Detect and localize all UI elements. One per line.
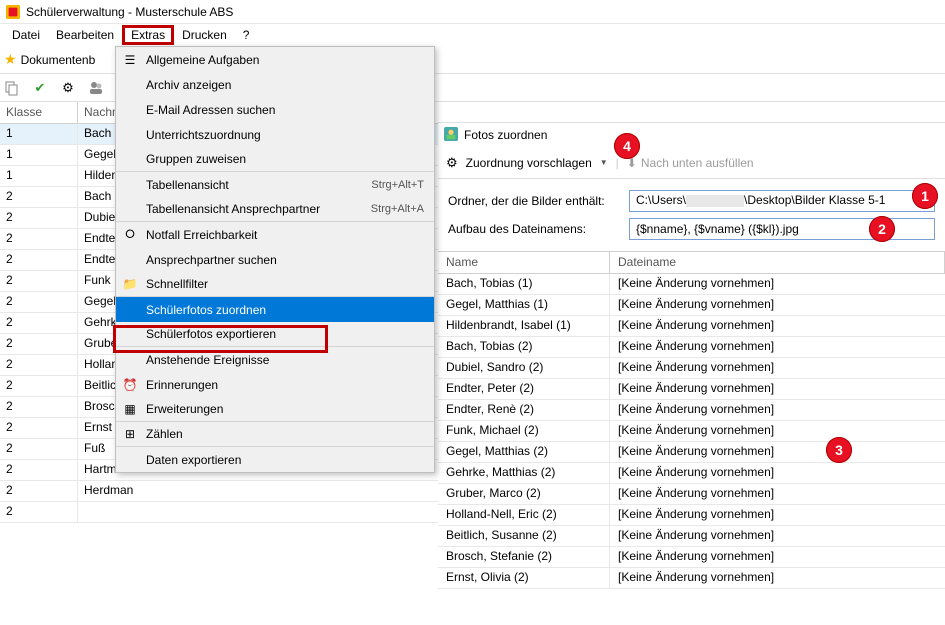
count-icon: ⊞ [122,426,138,442]
gear-icon[interactable]: ⚙ [60,80,76,96]
menu-item[interactable]: 📁Schnellfilter [116,272,434,297]
table-row[interactable]: Endter, Peter (2)[Keine Änderung vornehm… [438,379,945,400]
dialog-form: Ordner, der die Bilder enthält: C:\Users… [438,179,945,251]
separator: | [616,156,619,170]
menu-?[interactable]: ? [235,26,258,44]
star-icon: ★ [4,51,17,68]
folder-icon: 📁 [122,276,138,292]
alarm-icon: ⏰ [122,377,138,393]
table-row[interactable]: Funk, Michael (2)[Keine Änderung vornehm… [438,421,945,442]
menu-item[interactable]: Ansprechpartner suchen [116,247,434,272]
redacted-segment [686,195,744,207]
menu-item[interactable]: Gruppen zuweisen [116,147,434,172]
dialog-titlebar: Fotos zuordnen [438,123,945,147]
menu-item[interactable]: Schülerfotos zuordnen [116,297,434,322]
badge-3: 3 [826,437,852,463]
menu-item[interactable]: ⊞Zählen [116,422,434,447]
menu-item[interactable]: Tabellenansicht AnsprechpartnerStrg+Alt+… [116,197,434,222]
table-row[interactable]: 2Herdman [0,481,450,502]
chevron-down-icon[interactable]: ▼ [600,158,608,167]
app-icon [6,5,20,19]
dialog-icon [444,127,458,144]
badge-4: 4 [614,133,640,159]
table-row[interactable]: Hildenbrandt, Isabel (1)[Keine Änderung … [438,316,945,337]
table-row[interactable]: Bach, Tobias (1)[Keine Änderung vornehme… [438,274,945,295]
menu-item[interactable]: ⏰Erinnerungen [116,372,434,397]
extras-dropdown: ☰Allgemeine AufgabenArchiv anzeigenE-Mai… [115,46,435,473]
column-header-dateiname[interactable]: Dateiname [610,252,945,274]
menu-item[interactable]: E-Mail Adressen suchen [116,97,434,122]
badge-2: 2 [869,216,895,242]
folder-input[interactable]: C:\Users\\Desktop\Bilder Klasse 5-1 [629,190,935,212]
life-ring-icon: ⭘ [122,227,138,243]
table-row[interactable]: Beitlich, Susanne (2)[Keine Änderung vor… [438,526,945,547]
table-row[interactable]: Gegel, Matthias (1)[Keine Änderung vorne… [438,295,945,316]
table-row[interactable]: 2 [0,502,450,523]
menu-bearbeiten[interactable]: Bearbeiten [48,26,122,44]
menu-item[interactable]: Unterrichtszuordnung [116,122,434,147]
table-row[interactable]: Holland-Nell, Eric (2)[Keine Änderung vo… [438,505,945,526]
menubar: DateiBearbeitenExtrasDrucken? [0,24,945,46]
pattern-label: Aufbau des Dateinamens: [448,222,623,236]
menu-item[interactable]: ☰Allgemeine Aufgaben [116,47,434,72]
list-icon: ☰ [122,52,138,68]
check-icon[interactable]: ✔ [32,80,48,96]
menu-datei[interactable]: Datei [4,26,48,44]
table-row[interactable]: Gehrke, Matthias (2)[Keine Änderung vorn… [438,463,945,484]
menu-item[interactable]: ⭘Notfall Erreichbarkeit [116,222,434,247]
gear-icon: ⚙ [446,155,458,171]
menu-item[interactable]: ▦Erweiterungen [116,397,434,422]
menu-item[interactable]: Anstehende Ereignisse [116,347,434,372]
users-icon[interactable] [88,80,104,96]
assign-table: Name Dateiname Bach, Tobias (1)[Keine Än… [438,251,945,589]
bookmark-label[interactable]: Dokumentenb [21,53,96,67]
table-row[interactable]: Brosch, Stefanie (2)[Keine Änderung vorn… [438,547,945,568]
dialog-title: Fotos zuordnen [464,128,547,142]
menu-item[interactable]: Daten exportieren [116,447,434,472]
badge-1: 1 [912,183,938,209]
menu-item[interactable]: Archiv anzeigen [116,72,434,97]
table-row[interactable]: Gruber, Marco (2)[Keine Änderung vornehm… [438,484,945,505]
table-row[interactable]: Dubiel, Sandro (2)[Keine Änderung vorneh… [438,358,945,379]
apps-icon: ▦ [122,401,138,417]
shortcut: Strg+Alt+T [371,179,424,191]
suggest-button[interactable]: Zuordnung vorschlagen [466,156,592,170]
table-row[interactable]: Endter, Renè (2)[Keine Änderung vornehme… [438,400,945,421]
menu-drucken[interactable]: Drucken [174,26,235,44]
photo-assign-dialog: Fotos zuordnen ⚙ Zuordnung vorschlagen ▼… [438,122,945,622]
fill-down-button[interactable]: ⬇ Nach unten ausfüllen [627,156,754,170]
column-header-klasse[interactable]: Klasse [0,102,78,123]
shortcut: Strg+Alt+A [371,203,424,215]
table-row[interactable]: Gegel, Matthias (2)[Keine Änderung vorne… [438,442,945,463]
table-row[interactable]: Bach, Tobias (2)[Keine Änderung vornehme… [438,337,945,358]
menu-extras[interactable]: Extras [122,25,174,45]
menu-item[interactable]: Schülerfotos exportieren [116,322,434,347]
folder-label: Ordner, der die Bilder enthält: [448,194,623,208]
column-header-name[interactable]: Name [438,252,610,274]
window-title: Schülerverwaltung - Musterschule ABS [26,5,233,19]
dialog-toolbar: ⚙ Zuordnung vorschlagen ▼ | ⬇ Nach unten… [438,147,945,179]
title-bar: Schülerverwaltung - Musterschule ABS [0,0,945,24]
table-row[interactable]: Ernst, Olivia (2)[Keine Änderung vornehm… [438,568,945,589]
menu-item[interactable]: TabellenansichtStrg+Alt+T [116,172,434,197]
copy-icon[interactable] [4,80,20,96]
